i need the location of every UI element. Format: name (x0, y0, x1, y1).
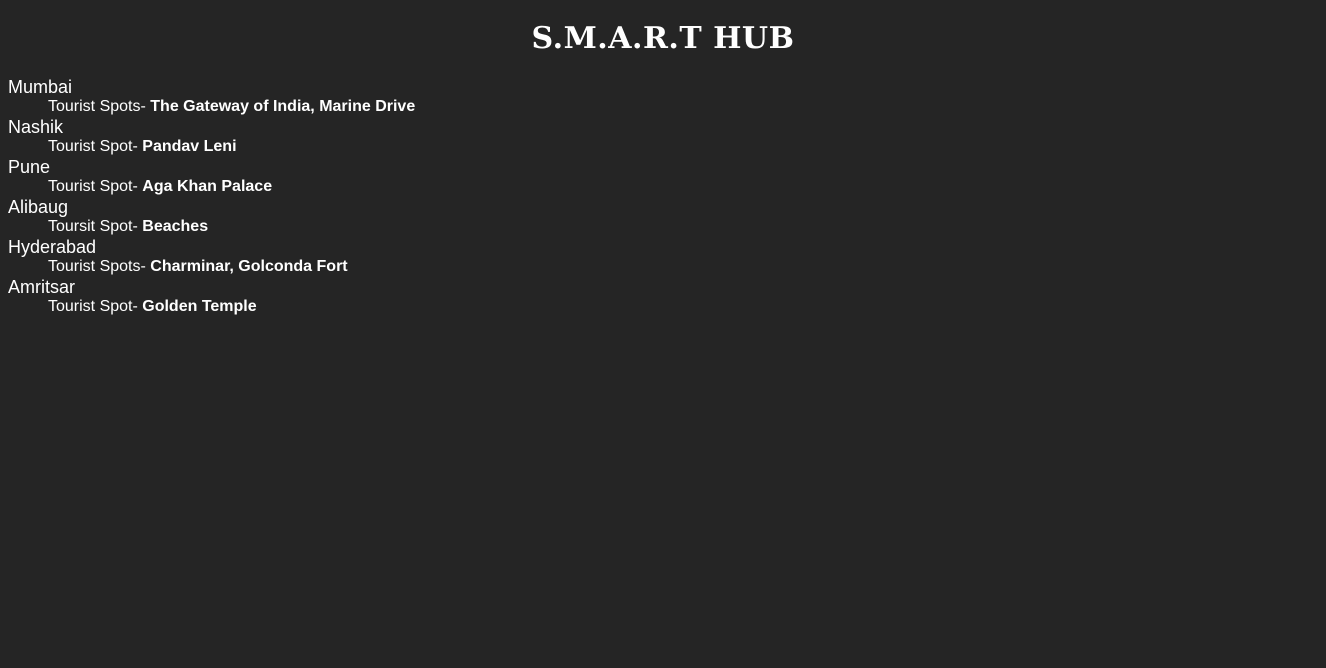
tourist-spot-names: Pandav Leni (142, 138, 237, 155)
tourist-spot-line: Tourist Spot- Pandav Leni (8, 137, 1326, 157)
city-name: Alibaug (8, 197, 69, 217)
city-name: Nashik (8, 117, 64, 137)
city-name: Hyderabad (8, 237, 97, 257)
tourist-spot-label: Tourist Spot- (48, 138, 143, 155)
city-name: Mumbai (8, 77, 73, 97)
tourist-spot-line: Tourist Spots- Charminar, Golconda Fort (8, 257, 1326, 277)
city-name: Pune (8, 157, 51, 177)
city-name: Amritsar (8, 277, 75, 297)
tourist-spot-names: Beaches (142, 218, 209, 235)
tourist-spot-label: Tourist Spots- (48, 258, 151, 275)
tourist-spot-label: Tourist Spots- (48, 98, 151, 115)
tourist-spot-line: Tourist Spots- The Gateway of India, Mar… (8, 97, 1326, 117)
tourist-spot-label: Toursit Spot- (48, 218, 143, 235)
tourist-spot-names: Golden Temple (142, 298, 257, 315)
tourist-spot-line: Tourist Spot- Golden Temple (8, 297, 1326, 317)
tourist-spot-label: Tourist Spot- (48, 178, 143, 195)
tourist-spot-names: The Gateway of India, Marine Drive (150, 98, 416, 115)
tourist-spot-names: Charminar, Golconda Fort (150, 258, 348, 275)
page-title: S.M.A.R.T HUB (531, 21, 795, 56)
tourist-spot-line: Tourist Spot- Aga Khan Palace (8, 177, 1326, 197)
tourist-spot-line: Toursit Spot- Beaches (8, 217, 1326, 237)
tourist-spot-label: Tourist Spot- (48, 298, 143, 315)
city-list: Mumbai Tourist Spots- The Gateway of Ind… (0, 57, 1326, 317)
tourist-spot-names: Aga Khan Palace (142, 178, 273, 195)
